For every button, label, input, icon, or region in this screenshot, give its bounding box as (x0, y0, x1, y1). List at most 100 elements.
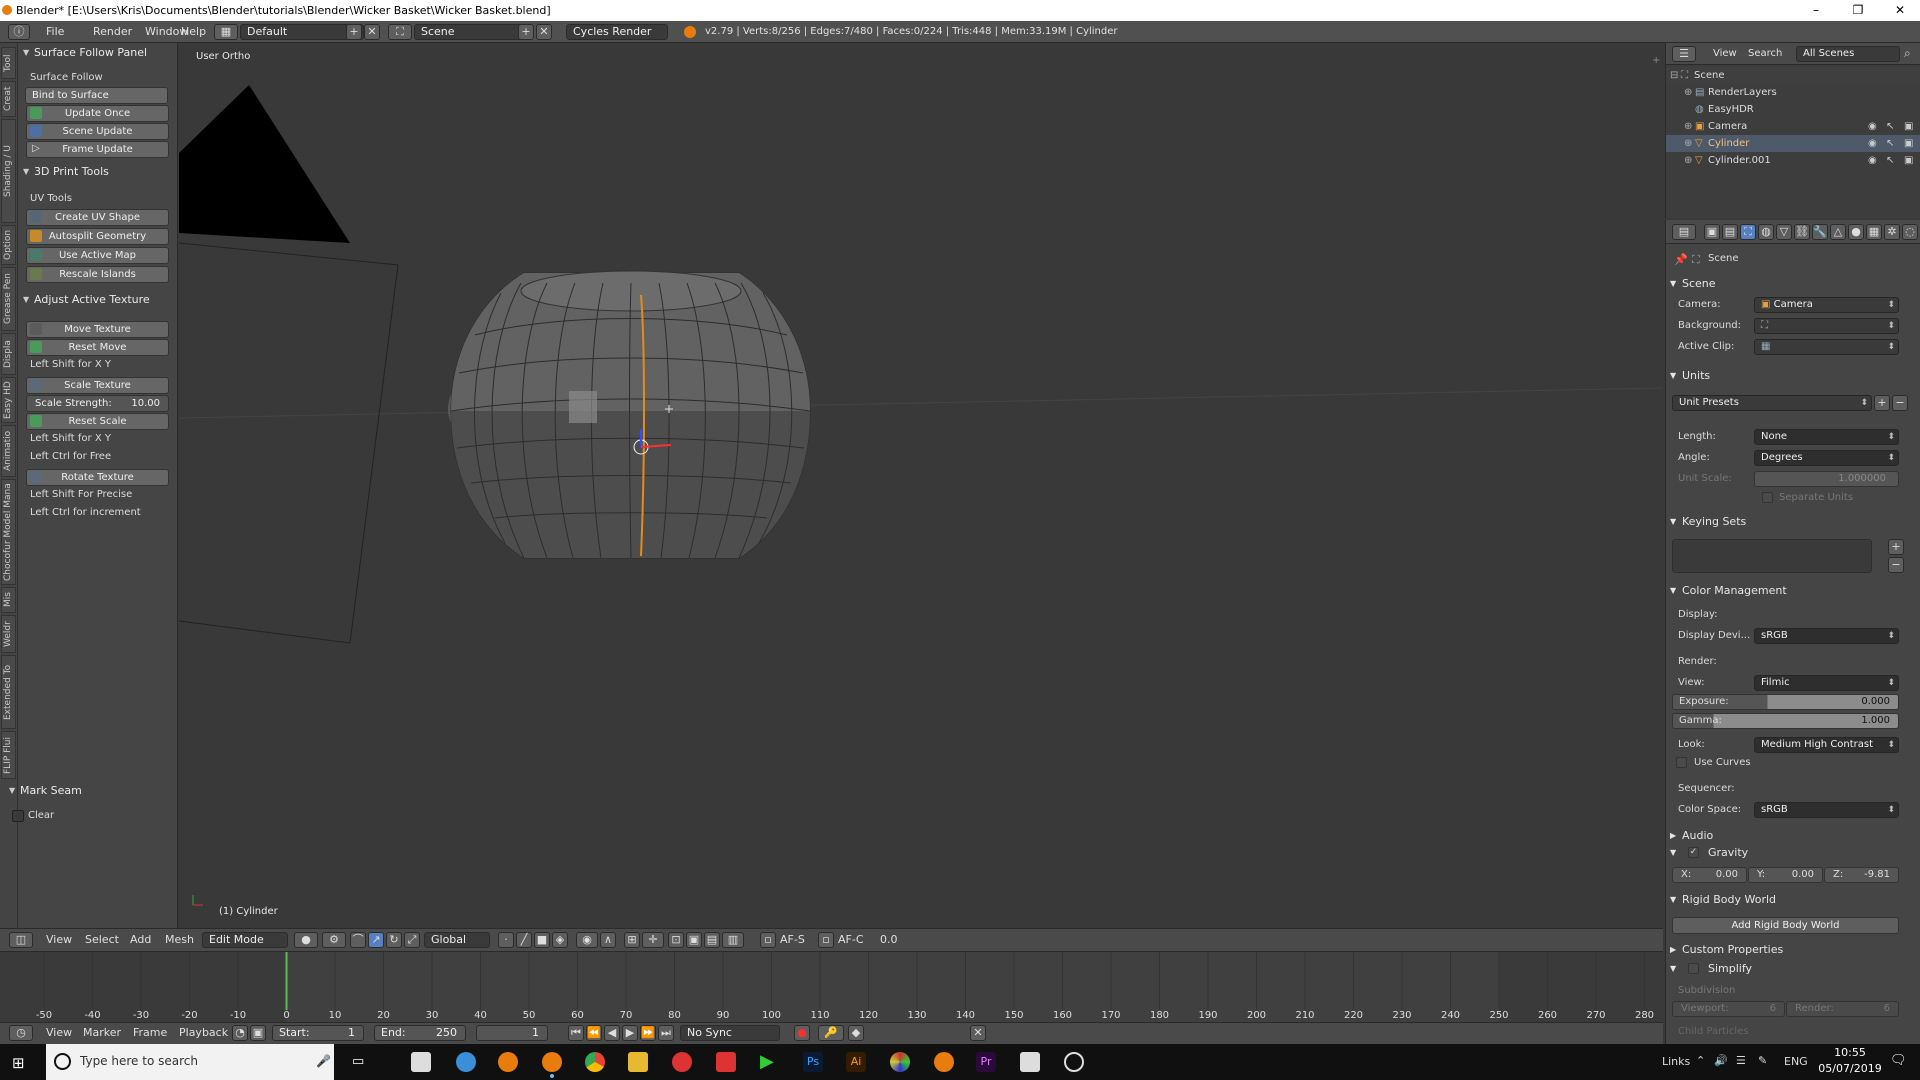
color-space-dropdown[interactable]: sRGB (1754, 802, 1899, 818)
menu-render[interactable]: Render (93, 21, 132, 43)
preview-range-icon[interactable]: ◔ (232, 1025, 248, 1041)
scene-panel-header[interactable]: Scene (1670, 275, 1716, 293)
maximize-button[interactable]: ❐ (1838, 0, 1878, 21)
minimize-button[interactable]: – (1796, 0, 1836, 21)
unit-scale-field[interactable]: 1.000000 (1754, 471, 1899, 487)
custom-properties-header[interactable]: Custom Properties (1670, 941, 1783, 959)
use-active-map-button[interactable]: Use Active Map (26, 247, 169, 264)
translate-icon[interactable]: ↗ (368, 932, 384, 948)
notifications-icon[interactable]: 🗨 (1890, 1053, 1907, 1068)
tab-shading-uv[interactable]: Shading / U (1, 119, 16, 223)
manipulator-toggle-icon[interactable]: ⌒ (350, 932, 366, 948)
gravity-y-field[interactable]: Y: 0.00 (1748, 867, 1823, 883)
tl-menu-view[interactable]: View (46, 1026, 72, 1042)
menu-file[interactable]: File (46, 21, 64, 43)
look-dropdown[interactable]: Medium High Contrast (1754, 737, 1899, 753)
volume-icon[interactable]: 🔊 (1714, 1054, 1728, 1067)
render-tab-icon[interactable]: ▣ (1704, 224, 1720, 240)
keying-sets-header[interactable]: Keying Sets (1670, 513, 1746, 531)
update-once-button[interactable]: Update Once (26, 105, 169, 122)
menu-mesh[interactable]: Mesh (165, 933, 194, 949)
constraints-tab-icon[interactable]: ⛓ (1794, 224, 1810, 240)
timeline-ruler[interactable]: -50 -40 -30 -20 -10 0 10 20 30 40 50 60 70 80 90 100 110… (0, 952, 1663, 1022)
scene-tab-icon[interactable]: ⛶ (1740, 224, 1756, 240)
add-layout-button[interactable]: + (346, 24, 362, 40)
pin-icon[interactable]: 📌 (1674, 253, 1688, 266)
tab-create[interactable]: Creat (1, 81, 16, 117)
render-still-icon[interactable]: ▣ (686, 932, 702, 948)
tab-extended-tools[interactable]: Extended To (1, 655, 16, 729)
insert-key-icon[interactable]: ◆ (848, 1025, 864, 1041)
af-c-icon[interactable]: ▫ (818, 932, 834, 948)
steam-app-icon[interactable] (1064, 1052, 1084, 1072)
editor-type-icon[interactable]: ⓘ (8, 24, 30, 40)
play-store-icon[interactable]: ▶ (760, 1052, 780, 1072)
af-s-button[interactable]: AF-S (780, 933, 805, 949)
keying-sets-list[interactable] (1672, 539, 1872, 573)
tab-animation[interactable]: Animatio (1, 425, 16, 477)
outliner-menu-search[interactable]: Search (1748, 47, 1782, 63)
snap-target-icon[interactable]: ⊡ (668, 932, 684, 948)
falloff-icon[interactable]: ∧ (600, 932, 616, 948)
surface-follow-header[interactable]: Surface Follow Panel (18, 44, 178, 62)
color-management-header[interactable]: Color Management (1670, 582, 1787, 600)
modifiers-tab-icon[interactable]: 🔧 (1812, 224, 1828, 240)
af-s-icon[interactable]: ▫ (760, 932, 776, 948)
scale-manip-icon[interactable]: ⤢ (404, 932, 420, 948)
angle-dropdown[interactable]: Degrees (1754, 450, 1899, 466)
outliner-row-cylinder001[interactable]: ⊕ ▽ Cylinder.001 ◉ ↖ ▣ (1666, 152, 1920, 169)
gamma-slider[interactable]: Gamma: 1.000 (1672, 713, 1899, 729)
autosplit-geometry-button[interactable]: Autosplit Geometry (26, 228, 169, 245)
add-scene-button[interactable]: + (518, 24, 534, 40)
proportional-icon[interactable]: ◉ (576, 932, 598, 948)
length-dropdown[interactable]: None (1754, 429, 1899, 445)
cursor-icon-cylinder[interactable]: ↖ (1886, 135, 1894, 152)
scene-dropdown[interactable]: Scene (414, 24, 524, 40)
chrome-app-icon[interactable] (585, 1052, 605, 1072)
menu-add[interactable]: Add (130, 933, 151, 949)
print3d-header[interactable]: 3D Print Tools (18, 163, 178, 181)
outliner-row-renderlayers[interactable]: ⊕ ▤ RenderLayers (1666, 84, 1920, 101)
close-button[interactable]: ✕ (1880, 0, 1920, 21)
unit-presets-dropdown[interactable]: Unit Presets (1672, 395, 1872, 411)
microphone-icon[interactable]: 🎤 (316, 1054, 331, 1068)
blender-app-icon[interactable] (498, 1052, 518, 1072)
reset-move-button[interactable]: Reset Move (26, 339, 169, 356)
scale-strength-field[interactable]: Scale Strength: 10.00 (26, 395, 169, 412)
simplify-header[interactable]: Simplify (1670, 960, 1752, 978)
tl-menu-playback[interactable]: Playback (179, 1026, 228, 1042)
next-key-icon[interactable]: ⏩ (640, 1025, 656, 1041)
background-field[interactable]: ⛶ (1754, 318, 1899, 334)
clock-date[interactable]: 05/07/2019 (1816, 1062, 1884, 1075)
scene-icon[interactable]: ⛶ (388, 24, 412, 40)
rescale-islands-button[interactable]: Rescale Islands (26, 266, 169, 283)
taskbar-search-box[interactable]: Type here to search 🎤 (46, 1044, 334, 1080)
clock-time[interactable]: 10:55 (1820, 1046, 1880, 1059)
physics-tab-icon[interactable]: ◌ (1902, 224, 1918, 240)
eye-icon[interactable]: ◉ (1868, 118, 1877, 135)
tl-menu-frame[interactable]: Frame (133, 1026, 167, 1042)
shading-icon[interactable]: ● (294, 932, 318, 948)
menu-select[interactable]: Select (85, 933, 119, 949)
display-device-dropdown[interactable]: sRGB (1754, 628, 1899, 644)
gravity-z-field[interactable]: Z: -9.81 (1824, 867, 1899, 883)
active-clip-field[interactable]: ▦ (1754, 339, 1899, 355)
snap-toggle-icon[interactable]: ⊞ (624, 932, 640, 948)
reset-scale-button[interactable]: Reset Scale (26, 413, 169, 430)
outliner-filter-dropdown[interactable]: All Scenes (1796, 46, 1900, 62)
material-tab-icon[interactable]: ● (1848, 224, 1864, 240)
data-tab-icon[interactable]: △ (1830, 224, 1846, 240)
tab-grease-pencil[interactable]: Grease Pen (1, 267, 16, 331)
render-icon[interactable]: ▣ (1904, 118, 1913, 135)
editor-type-properties-icon[interactable]: ▤ (1672, 224, 1696, 240)
add-preset-button[interactable]: + (1874, 395, 1890, 411)
mode-dropdown[interactable]: Edit Mode (202, 932, 288, 948)
layout-icon[interactable]: ▦ (214, 24, 238, 40)
record-icon[interactable]: ● (794, 1025, 810, 1041)
menu-help[interactable]: Help (181, 21, 206, 43)
view-transform-dropdown[interactable]: Filmic (1754, 675, 1899, 691)
camera-field[interactable]: ▣ Camera (1754, 297, 1899, 313)
outliner-menu-view[interactable]: View (1713, 47, 1737, 63)
illustrator-icon[interactable]: Ai (846, 1052, 866, 1072)
simplify-render-field[interactable]: Render: 6 (1786, 1001, 1899, 1017)
